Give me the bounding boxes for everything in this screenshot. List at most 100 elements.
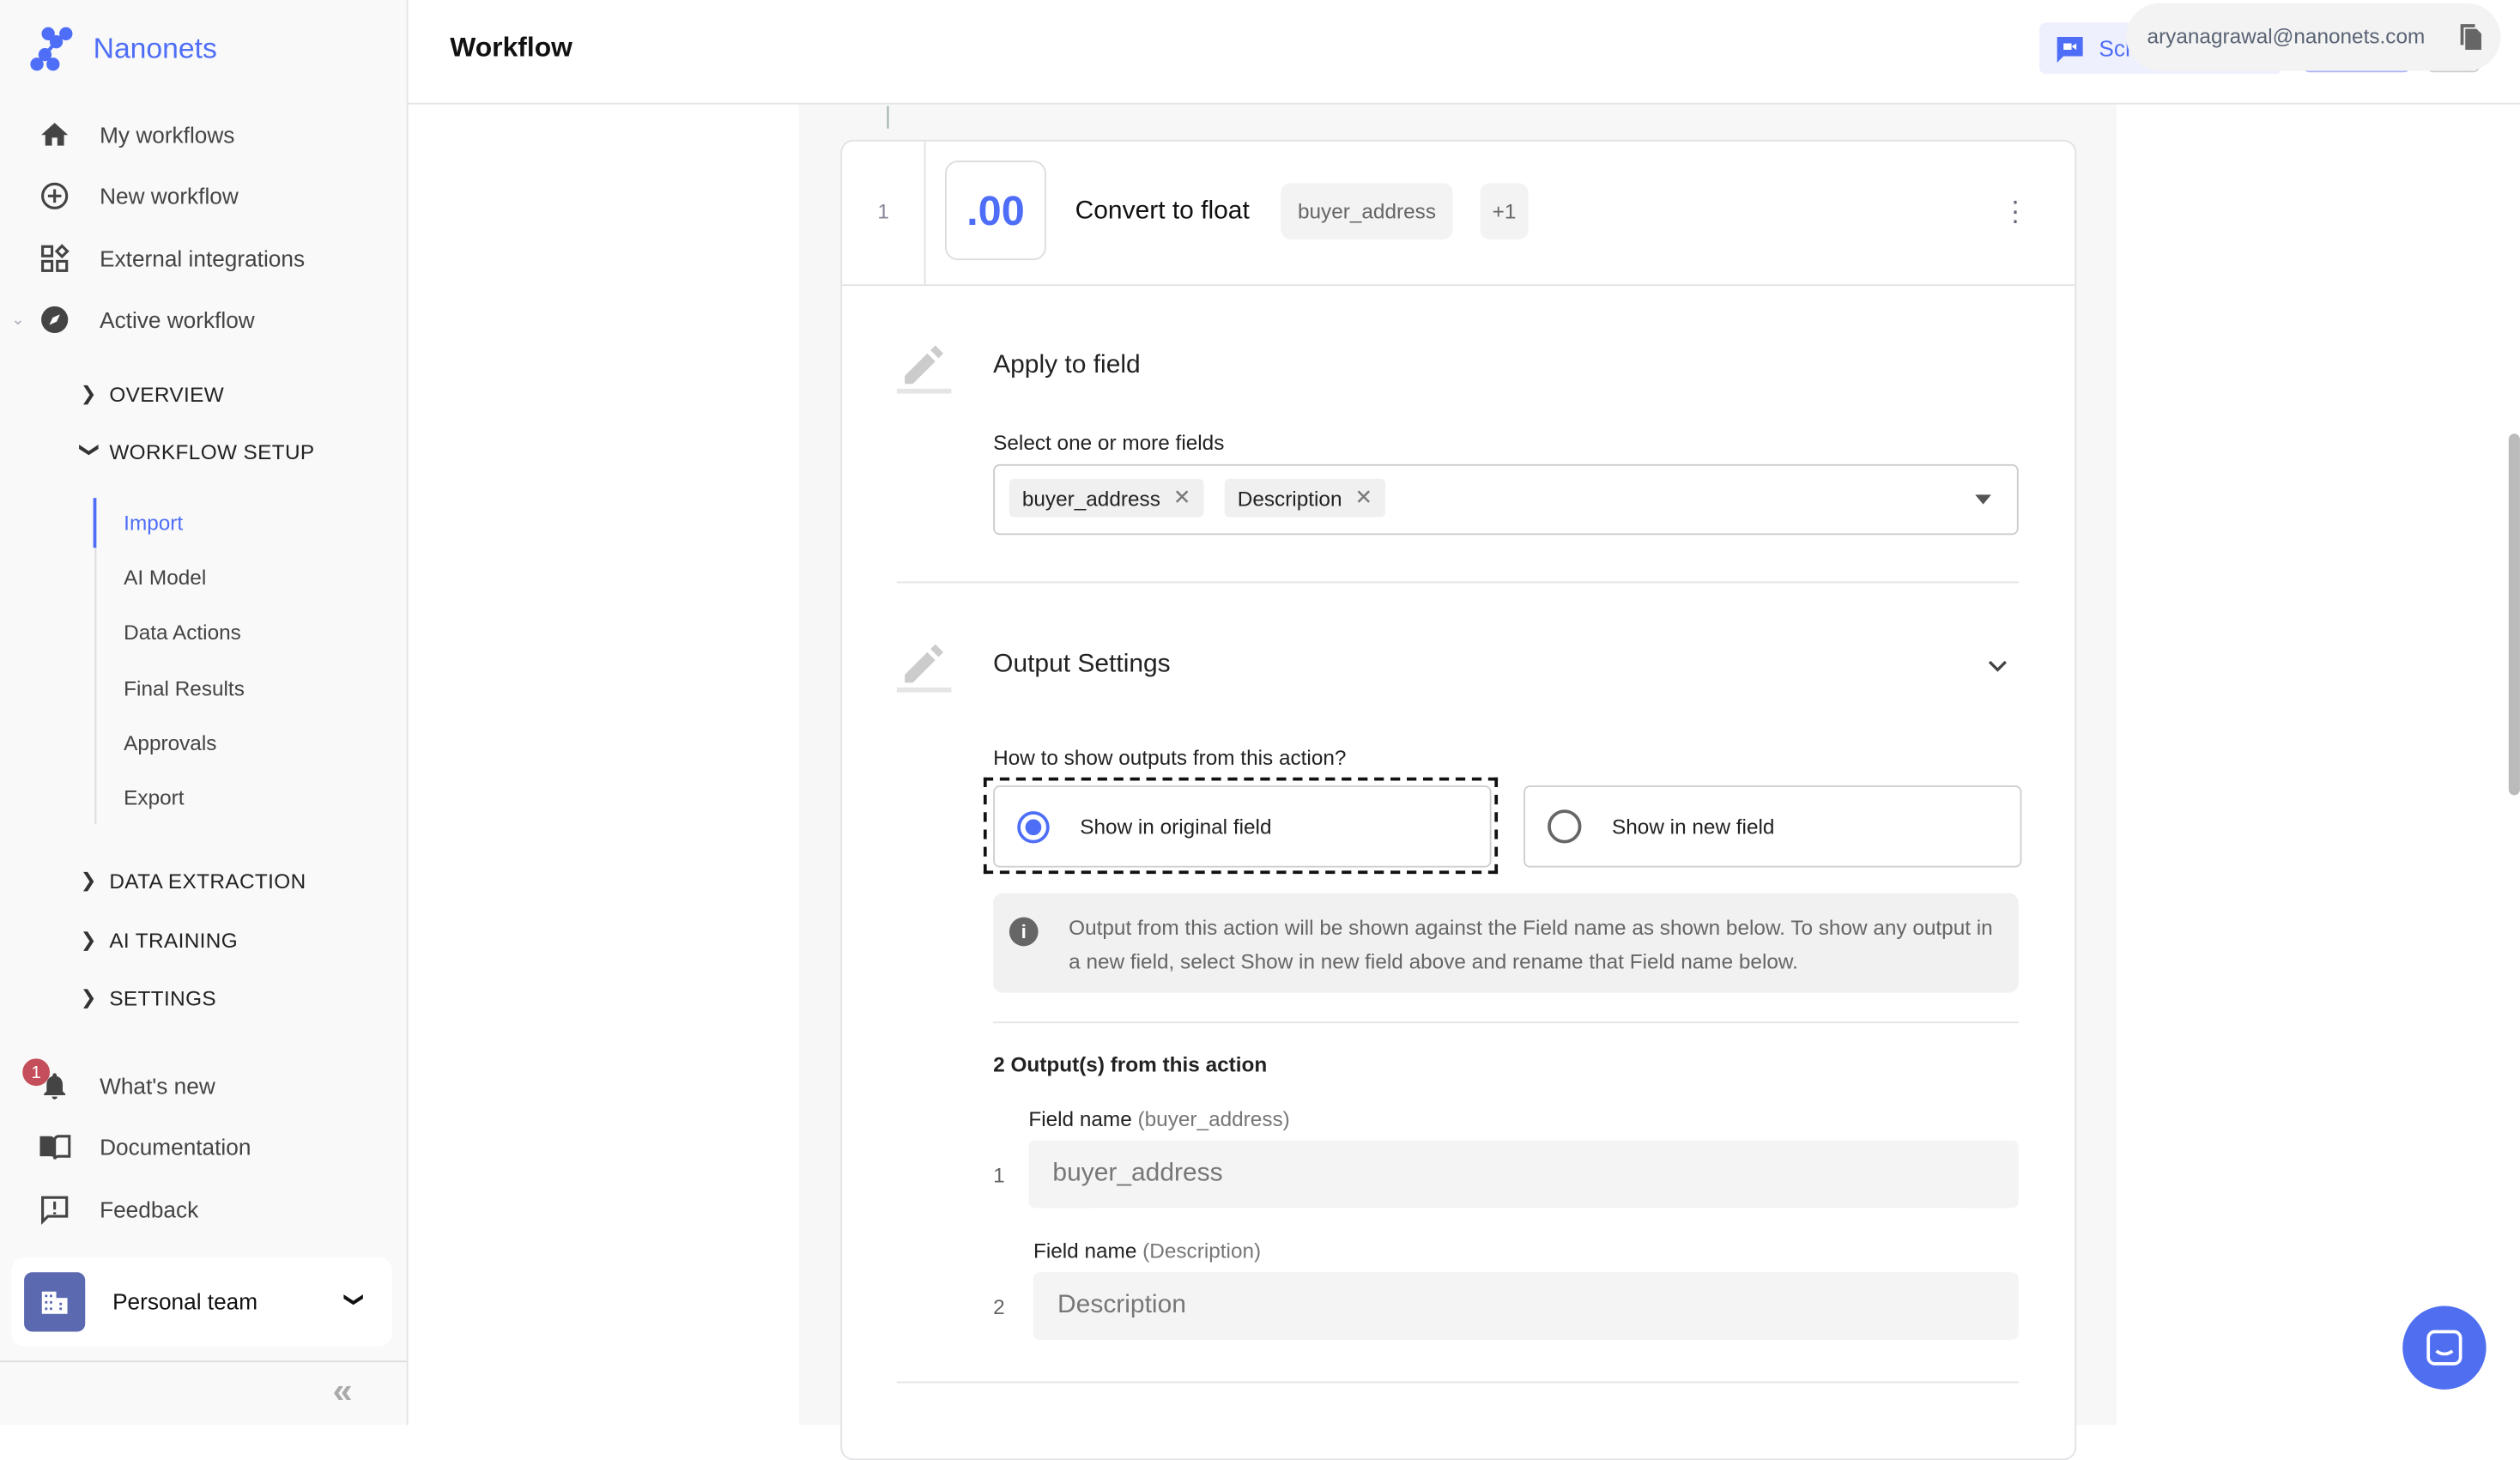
sidebar-item-label: Feedback — [100, 1196, 199, 1223]
divider — [924, 141, 926, 285]
chat-icon — [2426, 1330, 2462, 1366]
email-tooltip: aryanagrawal@nanonets.com — [2126, 3, 2501, 71]
selected-field-tag: Description ✕ — [1224, 478, 1385, 518]
setup-item-final-results[interactable]: Final Results — [124, 676, 245, 700]
connector-line — [887, 106, 889, 129]
setup-item-approvals[interactable]: Approvals — [124, 731, 216, 755]
sidebar-item-new-workflow[interactable]: New workflow — [0, 172, 407, 220]
divider — [993, 1021, 2019, 1024]
remove-tag-icon[interactable]: ✕ — [1354, 485, 1372, 511]
chat-widget-button[interactable] — [2402, 1306, 2487, 1390]
building-icon — [24, 1272, 86, 1332]
scrollbar-thumb[interactable] — [2508, 433, 2520, 796]
plus-circle-icon — [39, 180, 70, 212]
chevron-down-icon[interactable] — [1984, 652, 2010, 686]
dropdown-caret-icon[interactable] — [1975, 494, 1991, 505]
chevron-down-icon: ❯ — [78, 441, 101, 458]
user-email: aryanagrawal@nanonets.com — [2147, 24, 2426, 49]
nanonets-logo-icon — [29, 26, 74, 71]
field-source: (buyer_address) — [1137, 1106, 1290, 1131]
chevron-up-icon: ❮ — [341, 1291, 364, 1308]
field-name-input[interactable]: Description — [1033, 1272, 2019, 1340]
widgets-icon — [39, 243, 70, 275]
field-chip: buyer_address — [1281, 183, 1453, 239]
chevron-right-icon: ❯ — [80, 869, 97, 892]
output-index: 1 — [993, 1162, 1005, 1188]
section-label: AI TRAINING — [109, 927, 239, 952]
selected-field-tag: buyer_address ✕ — [1009, 478, 1204, 518]
section-label: SETTINGS — [109, 985, 217, 1010]
setup-item-export[interactable]: Export — [124, 785, 184, 809]
outputs-count: 2 Output(s) from this action — [993, 1051, 1268, 1076]
select-fields-label: Select one or more fields — [993, 430, 1225, 455]
field-name-input[interactable]: buyer_address — [1028, 1140, 2019, 1209]
sidebar-item-documentation[interactable]: Documentation — [0, 1123, 407, 1171]
section-label: OVERVIEW — [109, 381, 225, 406]
section-label: WORKFLOW SETUP — [109, 439, 315, 463]
chevron-right-icon: ❯ — [80, 382, 97, 405]
sidebar-item-label: New workflow — [100, 183, 239, 209]
team-name: Personal team — [112, 1287, 258, 1314]
info-box: i Output from this action will be shown … — [993, 893, 2019, 993]
sidebar-item-label: My workflows — [100, 122, 235, 148]
sidebar-item-active-workflow[interactable]: ⌄ Active workflow — [0, 295, 407, 343]
output-index: 2 — [993, 1294, 1005, 1319]
radio-unchecked-icon — [1548, 809, 1582, 844]
setup-item-data-actions[interactable]: Data Actions — [124, 620, 241, 644]
radio-label: Show in new field — [1612, 814, 1775, 839]
apply-to-field-title: Apply to field — [993, 351, 1141, 379]
sidebar: Nanonets My workflows New workflow Exter… — [0, 0, 409, 1426]
compass-icon — [39, 304, 70, 336]
sidebar-item-my-workflows[interactable]: My workflows — [0, 111, 407, 159]
sidebar-item-feedback[interactable]: Feedback — [0, 1185, 407, 1233]
info-text: Output from this action will be shown ag… — [1069, 915, 1993, 974]
action-index: 1 — [877, 199, 889, 224]
kebab-menu-icon[interactable]: · · · — [2010, 186, 2020, 234]
sidebar-item-label: Documentation — [100, 1134, 251, 1160]
radio-show-in-new-field[interactable]: Show in new field — [1524, 785, 2022, 868]
chevron-down-icon: ⌄ — [11, 311, 25, 329]
sidebar-item-external-integrations[interactable]: External integrations — [0, 234, 407, 282]
more-fields-chip[interactable]: +1 — [1480, 183, 1529, 239]
sidebar-item-label: Active workflow — [100, 306, 255, 333]
output-settings-title: Output Settings — [993, 650, 1171, 678]
tag-label: Description — [1237, 486, 1342, 511]
field-label-text: Field name — [1033, 1238, 1137, 1263]
sidebar-item-label: What's new — [100, 1073, 215, 1100]
section-data-extraction[interactable]: ❯ DATA EXTRACTION — [81, 861, 306, 900]
sidebar-item-whats-new[interactable]: 1 What's new — [0, 1058, 407, 1110]
sidebar-item-label: External integrations — [100, 245, 306, 272]
field-source: (Description) — [1142, 1238, 1262, 1263]
remove-tag-icon[interactable]: ✕ — [1173, 485, 1190, 511]
section-overview[interactable]: ❯ OVERVIEW — [81, 374, 224, 413]
brand-name: Nanonets — [93, 32, 217, 64]
field-label-text: Field name — [1028, 1106, 1132, 1131]
section-settings[interactable]: ❯ SETTINGS — [81, 978, 216, 1017]
divider — [896, 581, 2019, 584]
page-title: Workflow — [450, 32, 572, 63]
section-workflow-setup[interactable]: ❯ WORKFLOW SETUP — [78, 432, 315, 470]
radio-label: Show in original field — [1080, 814, 1272, 839]
section-ai-training[interactable]: ❯ AI TRAINING — [81, 920, 238, 959]
chevron-right-icon: ❯ — [80, 928, 97, 951]
pencil-icon — [896, 636, 952, 702]
radio-checked-icon — [1017, 810, 1050, 843]
radio-show-in-original-field[interactable]: Show in original field — [993, 785, 1492, 868]
pencil-icon — [896, 337, 952, 403]
section-label: DATA EXTRACTION — [109, 868, 306, 893]
book-icon — [39, 1131, 71, 1163]
copy-icon[interactable] — [2459, 22, 2483, 58]
info-icon: i — [1009, 917, 1039, 947]
tag-label: buyer_address — [1021, 486, 1160, 511]
setup-item-import[interactable]: Import — [124, 511, 183, 535]
divider — [896, 1381, 2019, 1384]
team-switcher[interactable]: Personal team ❮ — [11, 1257, 392, 1347]
field-label-1: Field name (buyer_address) — [1028, 1106, 1289, 1130]
divider — [842, 284, 2075, 287]
collapse-sidebar-icon[interactable]: « — [333, 1370, 353, 1412]
feedback-icon — [39, 1194, 70, 1226]
setup-item-ai-model[interactable]: AI Model — [124, 566, 206, 590]
action-title: Convert to float — [1075, 197, 1250, 226]
field-label-2: Field name (Description) — [1033, 1239, 1261, 1263]
output-question: How to show outputs from this action? — [993, 745, 1347, 770]
